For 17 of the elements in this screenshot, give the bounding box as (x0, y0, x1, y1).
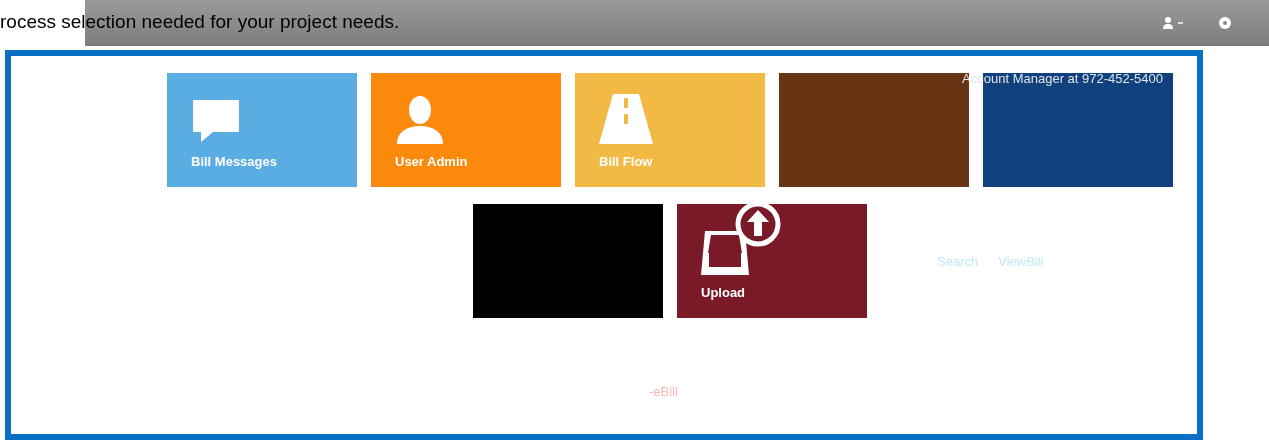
tile-label: Bill Flow (599, 152, 654, 171)
help-icon[interactable] (1219, 17, 1231, 29)
nav-link[interactable]: ViewBill (998, 252, 1044, 272)
tile[interactable]: Bill Flow (575, 73, 765, 187)
road-icon (599, 93, 653, 144)
speech-bubble-icon (191, 97, 241, 144)
tile[interactable]: Bill Messages (167, 73, 357, 187)
inbox-icon (701, 230, 749, 275)
tile-label: Upload (701, 283, 747, 302)
tile[interactable]: User Admin (371, 73, 561, 187)
footer-link[interactable]: -eBill (649, 382, 678, 402)
tile[interactable]: Upload (677, 204, 867, 318)
tile-label: User Admin (395, 152, 469, 171)
tile-label: Bill Messages (191, 152, 278, 171)
tile[interactable] (473, 204, 663, 318)
user-icon (395, 93, 445, 144)
nav-link[interactable]: Search (937, 252, 979, 272)
